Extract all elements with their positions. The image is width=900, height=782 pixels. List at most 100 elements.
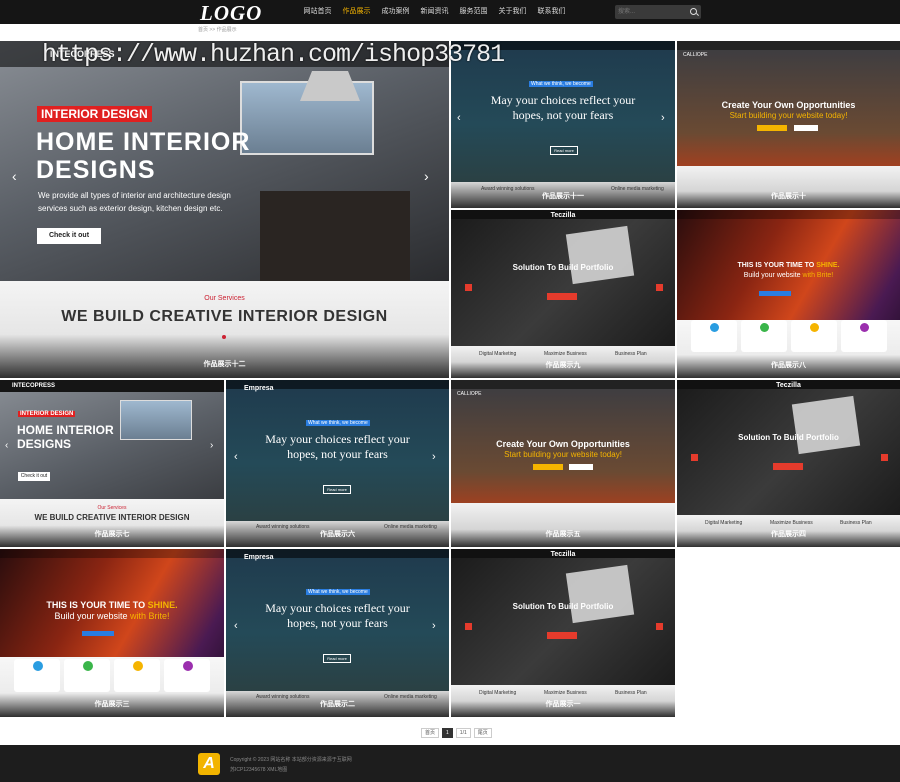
tile-button[interactable] [773,463,803,470]
portfolio-tile-7[interactable]: INTECOPRESS INTERIOR DESIGN HOME INTERIO… [0,380,224,547]
prev-arrow-icon[interactable] [465,623,472,630]
tile-title-line2: DESIGNS [17,437,72,451]
tile-line2: hopes, not your fears [287,616,388,630]
read-more-button[interactable]: Read more [550,146,578,155]
next-arrow-icon[interactable] [881,454,888,461]
feature-icon [83,661,93,671]
portfolio-tile-5[interactable]: CALLIOPE Create Your Own Opportunities S… [451,380,675,547]
portfolio-tile-4[interactable]: Teczilla Solution To Build Portfolio Dig… [677,380,900,547]
tile-button[interactable] [547,293,577,300]
prev-arrow-icon[interactable]: ‹ [234,619,238,633]
tile-tag: What we think, we become [306,420,370,426]
feature-icon [33,661,43,671]
nav-item-services[interactable]: 服务范围 [454,0,493,24]
next-arrow-icon[interactable]: › [432,619,436,633]
tile-feature: Maximize Business [770,520,813,526]
tile-title: Create Your Own Opportunities [721,100,856,110]
next-arrow-icon[interactable] [656,284,663,291]
main-nav: 网站首页 作品展示 成功案例 新闻资讯 服务范围 关于我们 联系我们 [298,0,571,24]
hero-check-button[interactable]: Check it out [37,228,101,244]
tile-highlight1: SHINE. [816,262,840,269]
footer-copyright: Copyright © 2023 网站名称 本站部分资源来源于互联网 [230,757,352,763]
nav-item-home[interactable]: 网站首页 [298,0,337,24]
footer: A Copyright © 2023 网站名称 本站部分资源来源于互联网 苏IC… [0,745,900,782]
tile-brand: INTECOPRESS [12,383,56,389]
portfolio-tile-9[interactable]: Teczilla Solution To Build Portfolio Dig… [451,210,675,378]
tile-brand: Teczilla [776,382,801,389]
tile-caption: 作品展示三 [94,701,130,708]
nav-item-news[interactable]: 新闻资讯 [415,0,454,24]
prev-arrow-icon[interactable] [691,454,698,461]
tile-caption: 作品展示二 [320,701,355,708]
portfolio-tile-8[interactable]: THIS IS YOUR TIME TO SHINE. Build your w… [677,210,900,378]
tile-caption: 作品展示一 [545,701,581,708]
portfolio-tile-2[interactable]: Empresa What we think, we become May you… [226,549,449,717]
portfolio-tile-6[interactable]: Empresa What we think, we become May you… [226,380,449,547]
tile-feature: Business Plan [615,690,647,696]
footer-icp[interactable]: 苏ICP12345678 XML地图 [230,766,287,773]
read-more-button[interactable]: Read more [323,485,351,494]
site-logo[interactable]: LOGO [200,1,262,26]
tile-button[interactable] [757,125,787,131]
portfolio-tile-10[interactable]: CALLIOPE Create Your Own Opportunities S… [677,41,900,208]
tile-brand: Empresa [244,385,274,392]
tile-feature: Maximize Business [544,690,587,696]
pagination: 首页 1 1/1 尾页 [421,728,492,738]
slide-dot [222,335,226,339]
tile-badge: INTERIOR DESIGN [18,411,76,417]
next-arrow-icon[interactable]: › [424,169,429,183]
prev-arrow-icon[interactable] [465,284,472,291]
tile-title: Solution To Build Portfolio [512,263,614,272]
portfolio-tile-3[interactable]: THIS IS YOUR TIME TO SHINE. Build your w… [0,549,224,717]
tile-brand: Empresa [244,554,274,561]
read-more-button[interactable]: Read more [323,654,351,663]
tile-line1: May your choices reflect your [490,93,636,107]
next-arrow-icon[interactable] [656,623,663,630]
prev-arrow-icon[interactable]: ‹ [457,111,461,125]
prev-arrow-icon[interactable]: ‹ [234,450,238,464]
tile-button[interactable] [82,631,114,636]
tile-brand: CALLIOPE [457,391,482,397]
search-input[interactable] [618,6,684,18]
breadcrumb[interactable]: 首页 >> 作品展示 [198,26,237,33]
page-current[interactable]: 1 [442,728,453,738]
tile-button[interactable] [759,291,791,296]
nav-item-contact[interactable]: 联系我们 [532,0,571,24]
hero-services-title: WE BUILD CREATIVE INTERIOR DESIGN [61,308,388,325]
tile-line1-text: THIS IS YOUR TIME TO [737,262,815,269]
tile-brand: CALLIOPE [683,52,708,58]
nav-item-about[interactable]: 关于我们 [493,0,532,24]
tile-line2: Build your website with Brite! [0,611,224,621]
tile-nav-bar [677,210,900,219]
nav-item-cases[interactable]: 成功案例 [376,0,415,24]
feature-icon [183,661,193,671]
tile-feature: Digital Marketing [479,690,517,696]
search-box [615,5,701,19]
page-last[interactable]: 尾页 [473,728,492,738]
tile-button[interactable] [547,632,577,639]
tile-highlight2: with Brite! [802,272,834,279]
portfolio-tile-12[interactable]: INTECOPRESS INTERIOR DESIGN HOME INTERIO… [0,41,449,378]
watermark: https://www.huzhan.com/ishop33781 [42,40,505,69]
feature-icon [860,323,869,332]
footer-logo: A [198,753,220,775]
next-arrow-icon[interactable]: › [210,439,213,453]
tile-button[interactable] [794,125,818,131]
prev-arrow-icon[interactable]: ‹ [12,169,17,183]
nav-item-works[interactable]: 作品展示 [337,0,376,24]
portfolio-tile-1[interactable]: Teczilla Solution To Build Portfolio Dig… [451,549,675,717]
hero-badge: INTERIOR DESIGN [37,106,152,122]
tile-feature: Digital Marketing [479,351,517,357]
search-icon[interactable] [690,8,697,15]
tile-button[interactable] [569,464,593,470]
prev-arrow-icon[interactable]: ‹ [5,439,8,453]
next-arrow-icon[interactable]: › [661,111,665,125]
page-first[interactable]: 首页 [421,728,440,738]
tile-button[interactable]: Check it out [18,472,50,481]
feature-icon [133,661,143,671]
tile-button[interactable] [533,464,563,470]
hero-services-label: Our Services [204,295,245,302]
next-arrow-icon[interactable]: › [432,450,436,464]
tile-feature: Business Plan [615,351,647,357]
tile-subtitle: Start building your website today! [504,450,622,459]
